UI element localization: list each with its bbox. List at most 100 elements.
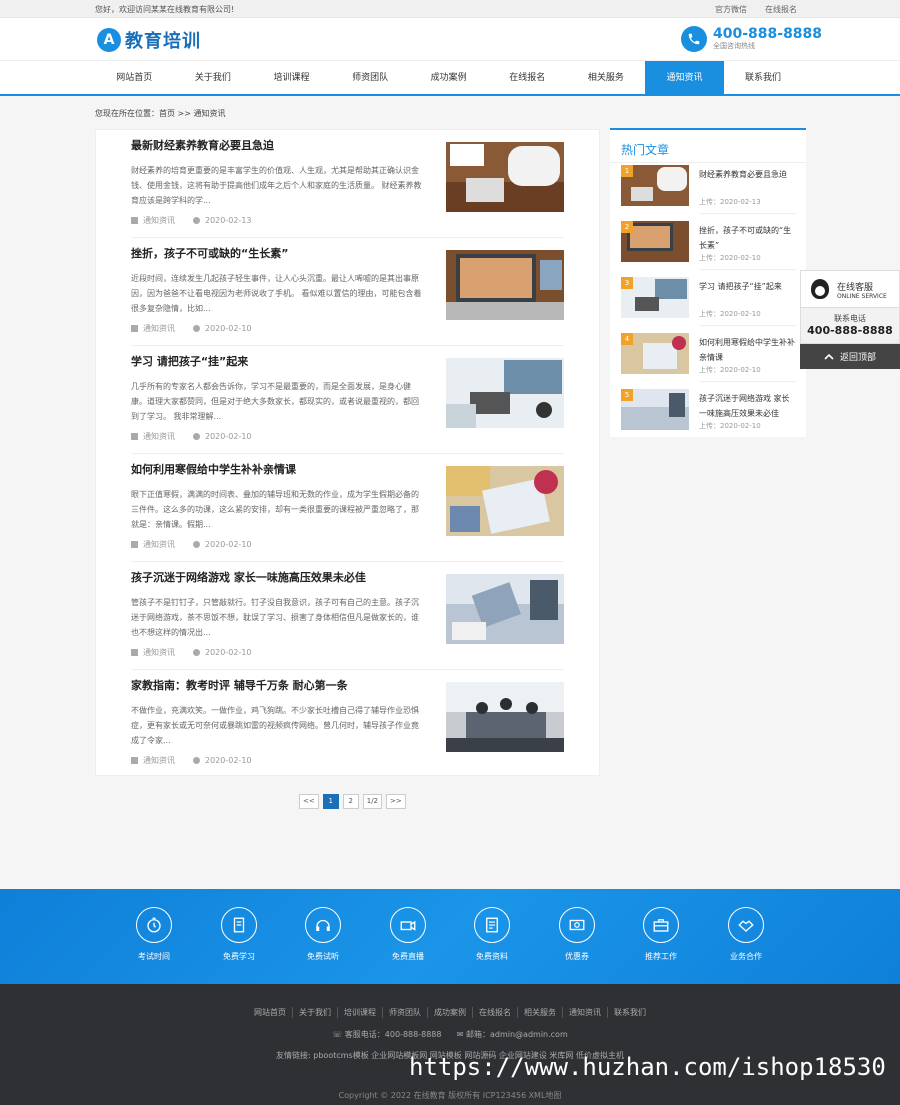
article-date: 2020-02-10 — [205, 432, 252, 441]
article-meta: 通知资讯 2020-02-13 — [131, 215, 252, 226]
feature-coupon[interactable]: 优惠券 — [535, 907, 619, 962]
coupon-icon — [559, 907, 595, 943]
article-category[interactable]: 通知资讯 — [143, 432, 175, 441]
article-category[interactable]: 通知资讯 — [143, 216, 175, 225]
back-to-top-button[interactable]: 返回顶部 — [800, 344, 900, 369]
hot-article-title[interactable]: 财经素养教育必要且急迫 — [699, 167, 795, 182]
mail-icon: ✉ — [456, 1030, 466, 1039]
article-title[interactable]: 孩子沉迷于网络游戏 家长一味施高压效果未必佳 — [131, 569, 366, 585]
hot-article-title[interactable]: 如何利用寒假给中学生补补亲情课 — [699, 335, 795, 365]
prev-page-button[interactable]: << — [299, 794, 319, 809]
top-bar: 您好，欢迎访问某某在线教育有限公司! 官方微信 在线报名 — [0, 0, 900, 18]
feature-free-live[interactable]: 免费直播 — [366, 907, 450, 962]
article-category[interactable]: 通知资讯 — [143, 324, 175, 333]
footer-link[interactable]: 关于我们 — [293, 1007, 338, 1018]
page-1-button[interactable]: 1 — [322, 794, 339, 809]
footer-link[interactable]: 通知资讯 — [563, 1007, 608, 1018]
nav-home[interactable]: 网站首页 — [95, 61, 174, 95]
footer-link[interactable]: 相关服务 — [518, 1007, 563, 1018]
footer-link[interactable]: 网站首页 — [248, 1007, 293, 1018]
article-date: 2020-02-13 — [205, 216, 252, 225]
phone-icon: ☏ — [332, 1030, 345, 1039]
document-icon — [474, 907, 510, 943]
folder-icon — [131, 325, 138, 332]
feature-free-trial[interactable]: 免费试听 — [281, 907, 365, 962]
hot-articles-panel: 热门文章 1 财经素养教育必要且急迫 上传：2020-02-13 2 挫折，孩子… — [610, 128, 806, 437]
article-summary: 几乎所有的专家名人都会告诉你，学习不是最重要的，而是全面发展，是身心健康。道理大… — [131, 382, 419, 421]
contact-phone-number: 400-888-8888 — [807, 324, 893, 337]
list-item: 孩子沉迷于网络游戏 家长一味施高压效果未必佳 管孩子不是钉钉子，只管敲就行。钉子… — [131, 562, 564, 670]
logo-icon: A — [97, 28, 121, 52]
nav-courses[interactable]: 培训课程 — [252, 61, 331, 95]
feature-free-study[interactable]: 免费学习 — [197, 907, 281, 962]
article-title[interactable]: 最新财经素养教育必要且急迫 — [131, 137, 274, 153]
hot-article-title[interactable]: 挫折，孩子不可或缺的“生长素” — [699, 223, 795, 253]
back-to-top-label: 返回顶部 — [839, 353, 876, 363]
nav-contact[interactable]: 联系我们 — [724, 61, 803, 95]
nav-services[interactable]: 相关服务 — [567, 61, 646, 95]
nav-teachers[interactable]: 师资团队 — [331, 61, 410, 95]
article-title[interactable]: 如何利用寒假给中学生补补亲情课 — [131, 461, 296, 477]
article-category[interactable]: 通知资讯 — [143, 756, 175, 765]
site-logo[interactable]: A 教育培训 — [97, 27, 201, 53]
welcome-text: 您好，欢迎访问某某在线教育有限公司! — [95, 5, 235, 14]
article-title[interactable]: 学习 请把孩子“挂”起来 — [131, 353, 248, 369]
article-category[interactable]: 通知资讯 — [143, 540, 175, 549]
footer-link[interactable]: 联系我们 — [608, 1007, 652, 1018]
article-list: 最新财经素养教育必要且急迫 财经素养的培育更重要的是丰富学生的价值观、人生观，尤… — [95, 129, 600, 776]
article-date: 2020-02-10 — [205, 648, 252, 657]
hot-article-date: 上传：2020-02-10 — [699, 422, 761, 430]
hotline-label: 全国咨询热线 — [713, 42, 755, 50]
nav-news[interactable]: 通知资讯 — [645, 61, 724, 95]
hot-article-item[interactable]: 3 学习 请把孩子“挂”起来 上传：2020-02-10 — [621, 277, 797, 333]
feature-free-materials[interactable]: 免费资料 — [450, 907, 534, 962]
page-2-button[interactable]: 2 — [342, 794, 359, 809]
contact-phone: 联系电话 400-888-8888 — [800, 308, 900, 344]
footer-link[interactable]: 成功案例 — [428, 1007, 473, 1018]
list-item: 最新财经素养教育必要且急迫 财经素养的培育更重要的是丰富学生的价值观、人生观，尤… — [131, 130, 564, 238]
headset-icon — [305, 907, 341, 943]
folder-icon — [131, 217, 138, 224]
article-thumbnail[interactable] — [446, 250, 564, 320]
hot-article-item[interactable]: 2 挫折，孩子不可或缺的“生长素” 上传：2020-02-10 — [621, 221, 797, 277]
nav-about[interactable]: 关于我们 — [174, 61, 253, 95]
hot-article-item[interactable]: 5 孩子沉迷于网络游戏 家长一味施高压效果未必佳 上传：2020-02-10 — [621, 389, 797, 445]
footer-link[interactable]: 师资团队 — [383, 1007, 428, 1018]
page-info: 1/2 — [362, 794, 382, 809]
article-meta: 通知资讯 2020-02-10 — [131, 755, 252, 766]
article-date: 2020-02-10 — [205, 324, 252, 333]
article-thumbnail[interactable] — [446, 142, 564, 212]
logo-text: 教育培训 — [125, 31, 201, 52]
signup-link[interactable]: 在线报名 — [765, 4, 797, 15]
article-title[interactable]: 家教指南：教考时评 辅导千万条 耐心第一条 — [131, 677, 348, 693]
footer-email: 邮箱：admin@admin.com — [465, 1030, 568, 1039]
handshake-icon — [728, 907, 764, 943]
hot-article-title[interactable]: 孩子沉迷于网络游戏 家长一味施高压效果未必佳 — [699, 391, 795, 421]
hot-article-item[interactable]: 1 财经素养教育必要且急迫 上传：2020-02-13 — [621, 165, 797, 221]
stopwatch-icon — [136, 907, 172, 943]
hot-article-date: 上传：2020-02-10 — [699, 366, 761, 374]
feature-cooperation[interactable]: 业务合作 — [704, 907, 788, 962]
article-thumbnail[interactable] — [446, 358, 564, 428]
hot-article-item[interactable]: 4 如何利用寒假给中学生补补亲情课 上传：2020-02-10 — [621, 333, 797, 389]
article-thumbnail[interactable] — [446, 466, 564, 536]
wechat-link[interactable]: 官方微信 — [715, 4, 747, 15]
footer-link[interactable]: 培训课程 — [338, 1007, 383, 1018]
online-service-button[interactable]: 在线客服 ONLINE SERVICE — [800, 270, 900, 308]
nav-signup[interactable]: 在线报名 — [488, 61, 567, 95]
footer-link[interactable]: 在线报名 — [473, 1007, 518, 1018]
nav-cases[interactable]: 成功案例 — [409, 61, 488, 95]
floating-service-panel: 在线客服 ONLINE SERVICE 联系电话 400-888-8888 返回… — [800, 270, 900, 369]
article-category[interactable]: 通知资讯 — [143, 648, 175, 657]
article-thumbnail[interactable] — [446, 574, 564, 644]
hot-article-title[interactable]: 学习 请把孩子“挂”起来 — [699, 279, 795, 294]
footer-phone: 客服电话：400-888-8888 — [344, 1030, 442, 1039]
breadcrumb: 您现在所在位置：首页 >> 通知资讯 — [95, 109, 226, 118]
feature-exam-time[interactable]: 考试时间 — [112, 907, 196, 962]
pagination: << 1 2 1/2 >> — [299, 794, 406, 809]
article-thumbnail[interactable] — [446, 682, 564, 752]
next-page-button[interactable]: >> — [386, 794, 406, 809]
feature-job[interactable]: 推荐工作 — [619, 907, 703, 962]
article-summary: 管孩子不是钉钉子，只管敲就行。钉子没自我意识，孩子可有自己的主意。孩子沉迷于网络… — [131, 598, 419, 637]
article-title[interactable]: 挫折，孩子不可或缺的“生长素” — [131, 245, 288, 261]
